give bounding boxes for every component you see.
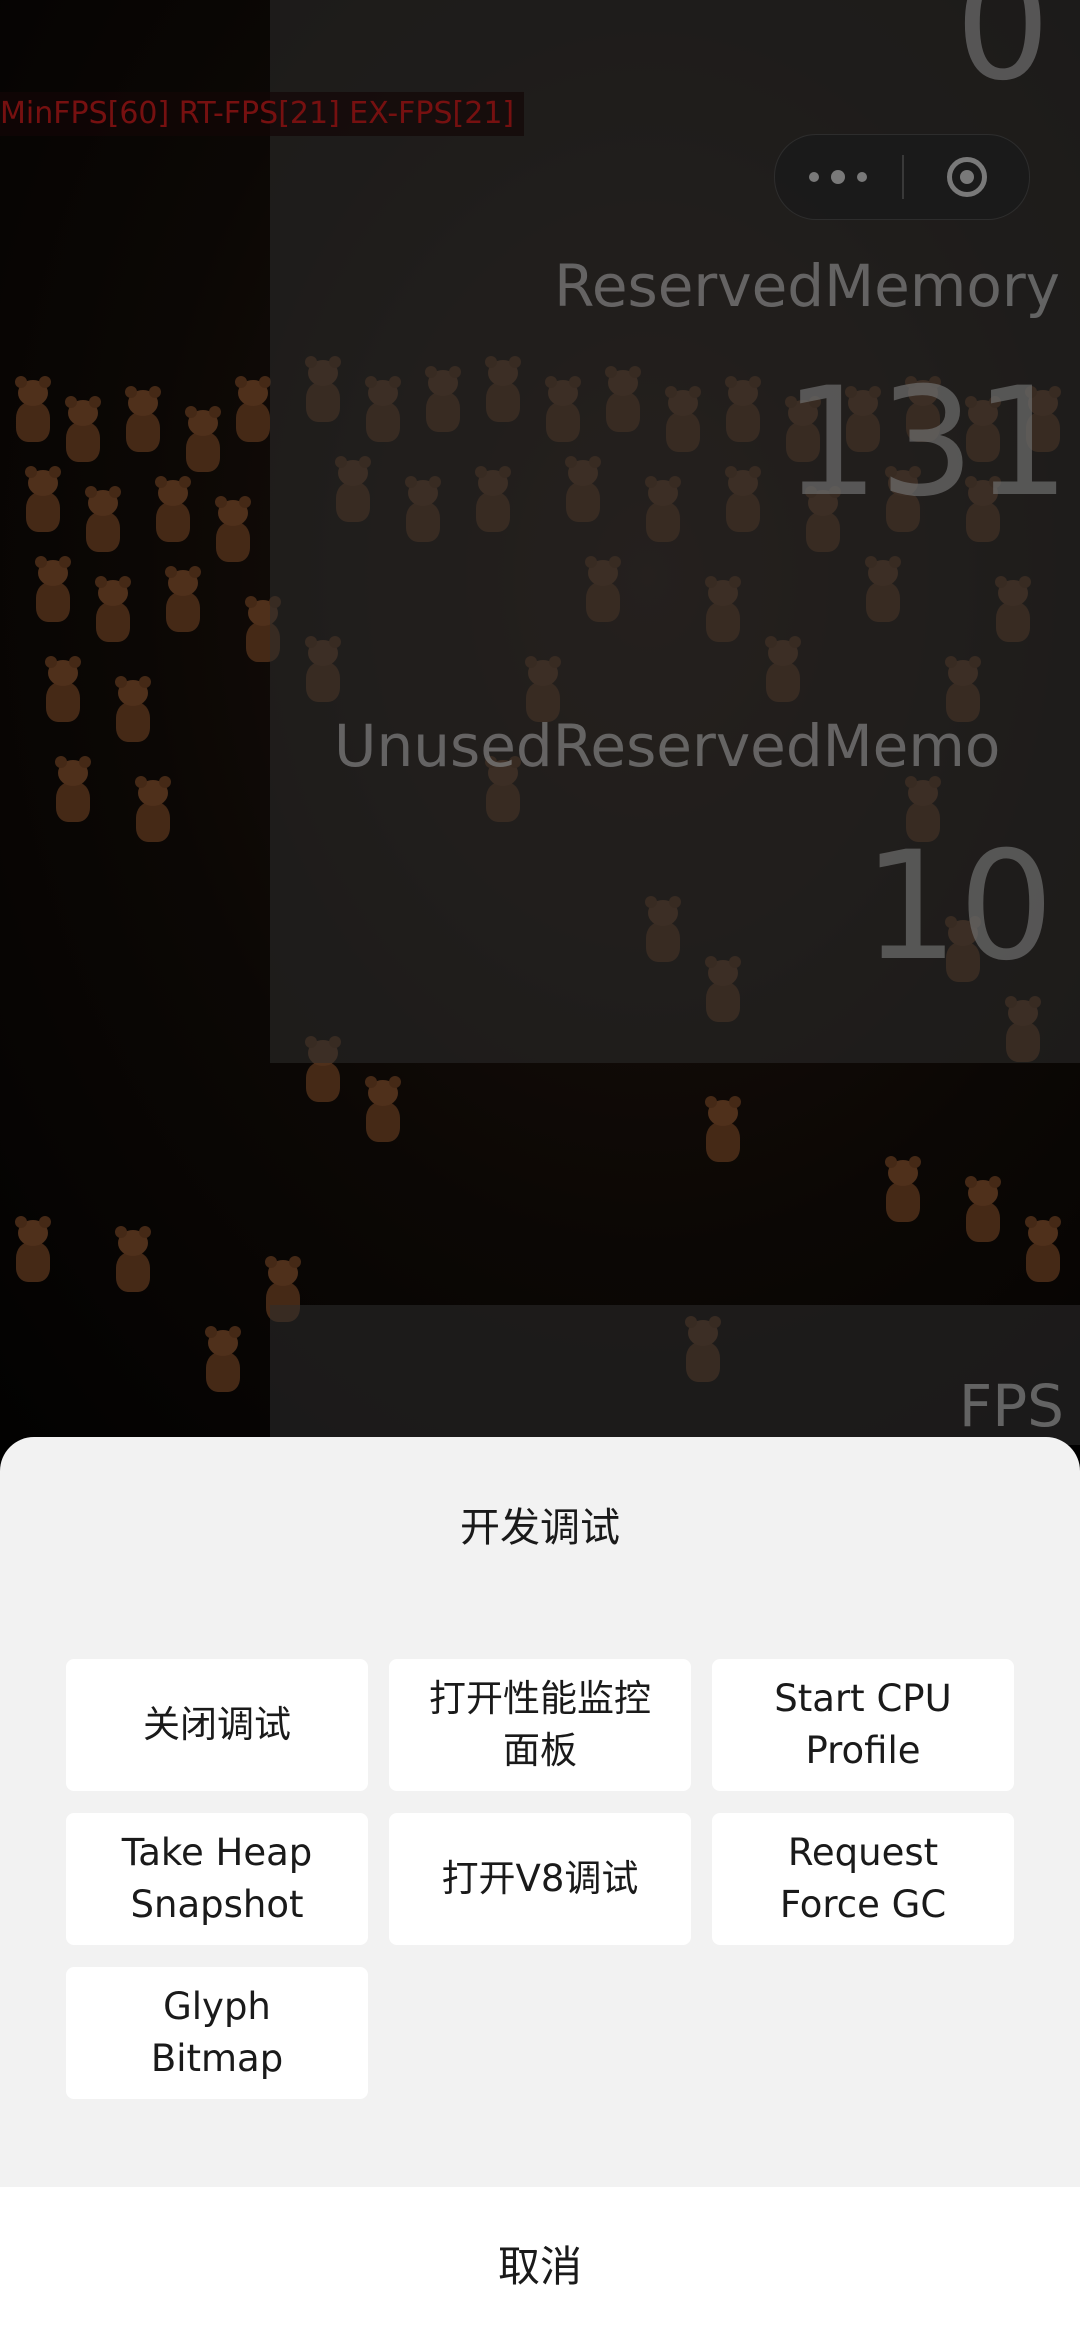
close-debug-button[interactable]: 关闭调试 [66,1659,368,1791]
screen: 0 MinFPS[60] RT-FPS[21] EX-FPS[21] Reser… [0,0,1080,2340]
start-cpu-profile-button[interactable]: Start CPU Profile [712,1659,1014,1791]
cancel-button[interactable]: 取消 [0,2187,1080,2340]
take-heap-snapshot-button[interactable]: Take Heap Snapshot [66,1813,368,1945]
request-force-gc-button[interactable]: Request Force GC [712,1813,1014,1945]
sheet-title: 开发调试 [460,1505,620,1551]
open-performance-panel-button[interactable]: 打开性能监控 面板 [389,1659,691,1791]
open-v8-debug-button[interactable]: 打开V8调试 [389,1813,691,1945]
debug-action-sheet: 开发调试 关闭调试 打开性能监控 面板 Start CPU Profile Ta… [0,1437,1080,2340]
cancel-area: 取消 [0,2187,1080,2340]
glyph-bitmap-button[interactable]: Glyph Bitmap [66,1967,368,2099]
